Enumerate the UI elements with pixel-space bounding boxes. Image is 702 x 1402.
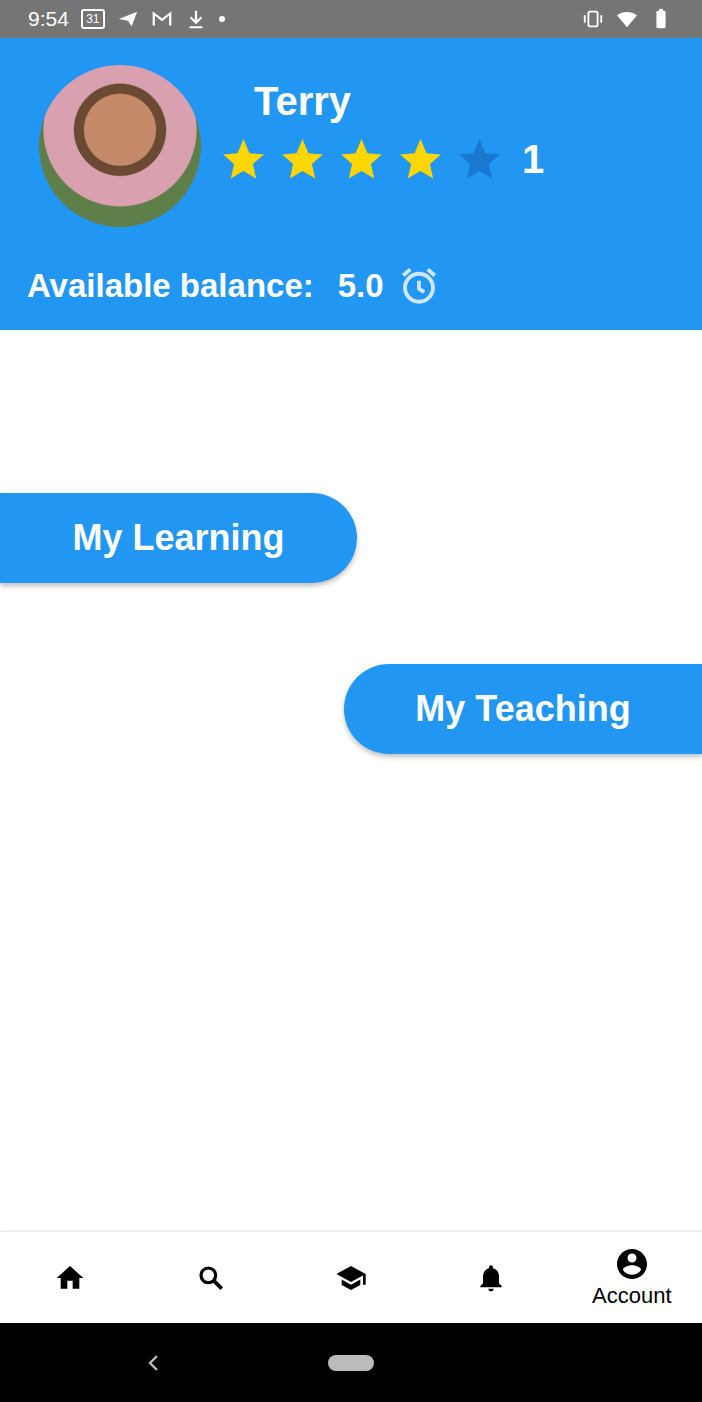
download-icon xyxy=(185,8,207,30)
main-content: My Learning My Teaching xyxy=(0,330,702,1231)
rating: 1 xyxy=(219,135,544,184)
balance: Available balance: 5.0 xyxy=(0,265,702,307)
balance-label: Available balance: xyxy=(27,267,314,305)
bottom-nav-item[interactable] xyxy=(421,1232,561,1323)
dot-icon xyxy=(219,16,225,22)
bottom-nav-item[interactable] xyxy=(140,1232,280,1323)
bottom-nav: Account xyxy=(0,1231,702,1323)
wifi-icon xyxy=(616,8,638,30)
vibrate-icon xyxy=(582,8,604,30)
school-icon xyxy=(335,1262,367,1294)
avatar[interactable] xyxy=(39,65,201,227)
star-icon xyxy=(455,135,504,184)
mail-icon xyxy=(151,8,173,30)
star-icon xyxy=(219,135,268,184)
star-icon xyxy=(278,135,327,184)
home-icon xyxy=(54,1262,86,1294)
screen: 9:54 31 Terry 1 Available balance: 5.0 M… xyxy=(0,0,702,1402)
bottom-nav-item[interactable] xyxy=(281,1232,421,1323)
system-nav-bar xyxy=(0,1323,702,1402)
battery-icon xyxy=(650,8,672,30)
alarm-clock-icon xyxy=(398,265,440,307)
bottom-nav-item[interactable]: Account xyxy=(562,1232,702,1323)
status-bar: 9:54 31 xyxy=(0,0,702,38)
send-icon xyxy=(117,8,139,30)
account-icon xyxy=(614,1246,650,1282)
calendar-icon: 31 xyxy=(81,9,105,29)
status-time: 9:54 xyxy=(28,7,69,31)
rating-count: 1 xyxy=(522,137,544,182)
nav-pill-button[interactable]: My Teaching xyxy=(344,664,702,754)
star-icon xyxy=(396,135,445,184)
user-name: Terry xyxy=(219,73,544,129)
search-icon xyxy=(195,1262,227,1294)
balance-value: 5.0 xyxy=(338,267,384,305)
nav-label: Account xyxy=(592,1283,672,1309)
nav-pill-button[interactable]: My Learning xyxy=(0,493,357,583)
bell-icon xyxy=(475,1262,507,1294)
star-icon xyxy=(337,135,386,184)
back-icon[interactable] xyxy=(142,1351,166,1375)
profile-header: Terry 1 Available balance: 5.0 xyxy=(0,38,702,330)
bottom-nav-item[interactable] xyxy=(0,1232,140,1323)
home-pill-icon[interactable] xyxy=(328,1355,374,1371)
